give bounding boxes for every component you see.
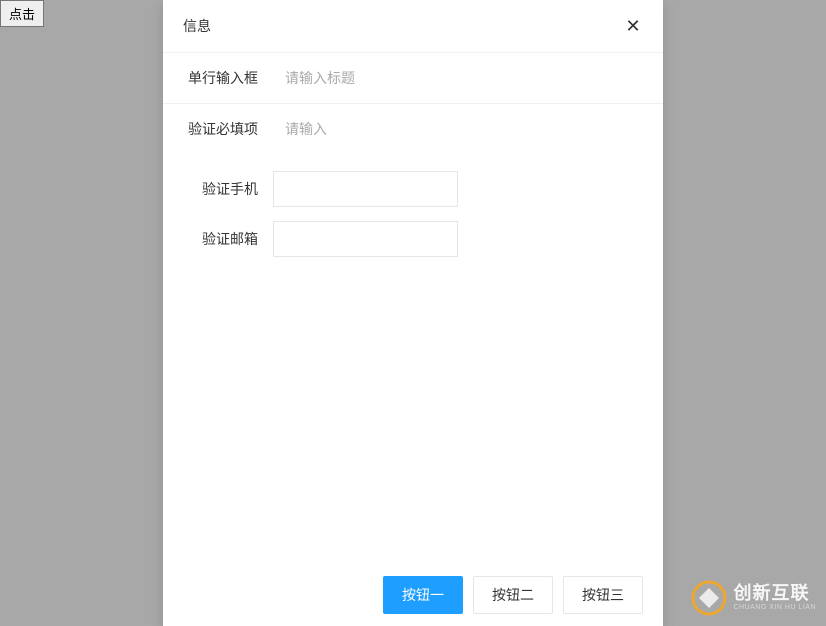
modal-footer: 按钮一 按钮二 按钮三 (163, 564, 663, 626)
logo-text: 创新互联 CHUANG XIN HU LIAN (733, 584, 816, 611)
form-row-email: 验证邮箱 (163, 214, 663, 264)
phone-label: 验证手机 (163, 179, 273, 199)
logo-main-text: 创新互联 (733, 584, 816, 604)
form-row-single-line: 单行输入框 (163, 52, 663, 103)
form-row-required: 验证必填项 (163, 103, 663, 154)
button-one[interactable]: 按钮一 (383, 576, 463, 614)
modal-dialog: 信息 ✕ 单行输入框 验证必填项 验证手机 验证邮箱 (163, 0, 663, 626)
form-row-phone: 验证手机 (163, 164, 663, 214)
required-label: 验证必填项 (163, 119, 273, 139)
single-line-label: 单行输入框 (163, 68, 273, 88)
logo-icon (691, 580, 727, 616)
modal-header: 信息 ✕ (163, 0, 663, 52)
email-input[interactable] (273, 221, 458, 257)
modal-overlay: 信息 ✕ 单行输入框 验证必填项 验证手机 验证邮箱 (0, 0, 826, 626)
close-icon[interactable]: ✕ (623, 16, 643, 36)
logo-watermark: 创新互联 CHUANG XIN HU LIAN (691, 580, 816, 616)
modal-body: 单行输入框 验证必填项 验证手机 验证邮箱 (163, 52, 663, 564)
modal-title: 信息 (183, 16, 211, 36)
single-line-input[interactable] (273, 53, 663, 103)
button-three[interactable]: 按钮三 (563, 576, 643, 614)
required-input[interactable] (273, 104, 663, 154)
phone-input[interactable] (273, 171, 458, 207)
email-label: 验证邮箱 (163, 229, 273, 249)
button-two[interactable]: 按钮二 (473, 576, 553, 614)
logo-sub-text: CHUANG XIN HU LIAN (733, 604, 816, 612)
